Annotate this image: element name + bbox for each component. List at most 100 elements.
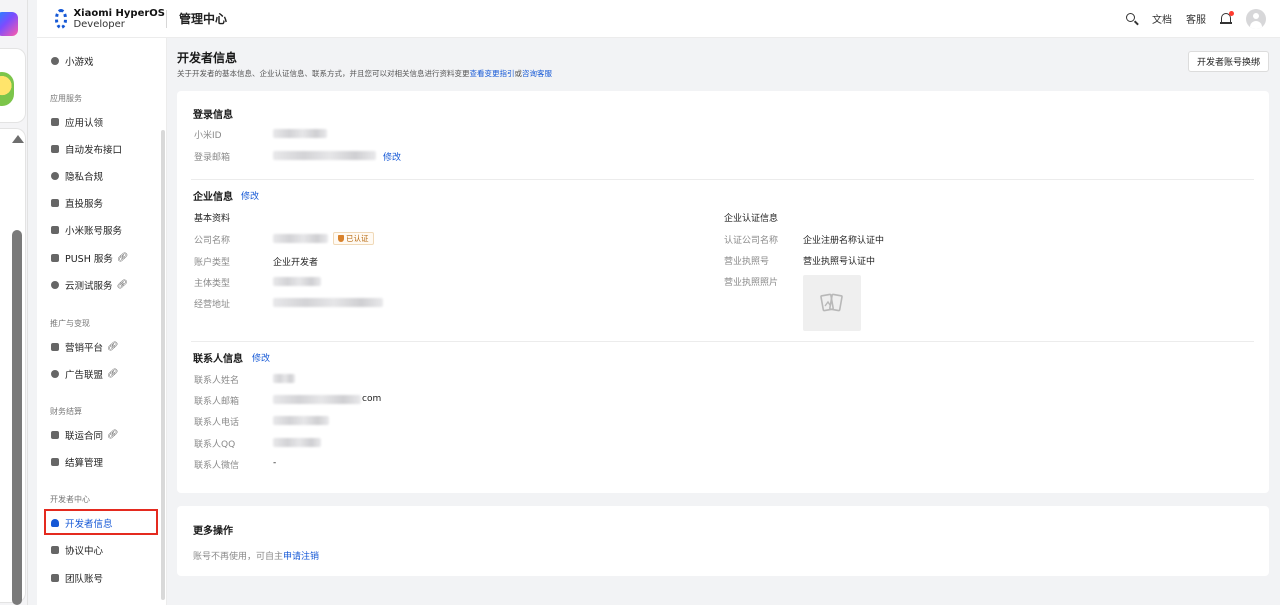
- header-divider: [166, 9, 167, 28]
- contract-icon: [51, 431, 59, 439]
- sidebar-item-push[interactable]: PUSH 服务 🔗︎: [46, 247, 162, 269]
- ad-icon: [51, 370, 59, 378]
- docs-link[interactable]: 文档: [1152, 11, 1172, 26]
- login-section-title: 登录信息: [193, 110, 233, 121]
- apply-deactivation-link[interactable]: 申请注销: [283, 552, 319, 562]
- scroll-up-arrow-icon[interactable]: [12, 135, 24, 143]
- gamepad-icon: [51, 57, 59, 65]
- edit-contact-link[interactable]: 修改: [252, 351, 270, 364]
- sidebar-group-developer-center: 开发者中心: [50, 495, 90, 504]
- sidebar-item-developer-info[interactable]: 开发者信息: [46, 512, 162, 534]
- push-icon: [51, 254, 59, 262]
- user-avatar[interactable]: [1246, 8, 1266, 29]
- sidebar-item-contract[interactable]: 联运合同 🔗︎: [46, 424, 162, 446]
- brand-logo[interactable]: Xiaomi HyperOS Developer: [37, 8, 165, 30]
- edit-login-email-link[interactable]: 修改: [383, 150, 401, 163]
- external-link-icon: 🔗︎: [107, 430, 119, 440]
- main-content: 开发者信息 关于开发者的基本信息、企业认证信息、联系方式，并且您可以对相关信息进…: [177, 38, 1269, 605]
- cert-company-label: 认证公司名称: [724, 236, 779, 246]
- brand-name: Xiaomi HyperOS: [73, 7, 165, 19]
- consult-support-link[interactable]: 咨询客服: [522, 69, 552, 78]
- contact-wechat-label: 联系人微信: [194, 461, 240, 471]
- license-photo-label: 营业执照照片: [724, 278, 779, 288]
- top-header: Xiaomi HyperOS Developer 管理中心 文档 客服: [37, 0, 1280, 38]
- license-number-label: 营业执照号: [724, 257, 770, 267]
- cert-company-value: 企业注册名称认证中: [803, 236, 885, 246]
- account-type-label: 账户类型: [194, 258, 231, 268]
- mi-id-label: 小米ID: [194, 131, 222, 141]
- entity-type-label: 主体类型: [194, 279, 231, 289]
- more-actions-card: 更多操作 账号不再使用，可自主申请注销: [177, 506, 1269, 576]
- invest-icon: [51, 199, 59, 207]
- business-address-label: 经营地址: [194, 300, 231, 310]
- contact-email-suffix: com: [362, 394, 382, 404]
- login-email-value-redacted: [273, 151, 376, 160]
- enterprise-section-title: 企业信息: [193, 192, 233, 203]
- change-guide-link[interactable]: 查看变更指引: [470, 69, 515, 78]
- cloud-icon: [51, 281, 59, 289]
- contact-name-label: 联系人姓名: [194, 376, 240, 386]
- info-card: 登录信息 小米ID 登录邮箱 修改 企业信息 修改 基本资料 公司名称 已认证 …: [177, 91, 1269, 493]
- outer-app-strip: [0, 0, 28, 605]
- contact-section-title: 联系人信息: [193, 354, 243, 365]
- contact-wechat-value: -: [273, 458, 277, 468]
- external-link-icon: 🔗︎: [116, 280, 128, 290]
- copilot-app-icon[interactable]: [0, 12, 18, 36]
- sidebar-item-direct-invest[interactable]: 直投服务: [46, 192, 162, 214]
- sidebar-item-settlement[interactable]: 结算管理: [46, 451, 162, 473]
- cert-info-heading: 企业认证信息: [724, 214, 779, 224]
- table-icon: [51, 458, 59, 466]
- sidebar-item-auto-publish[interactable]: 自动发布接口: [46, 138, 162, 160]
- sidebar-item-marketing[interactable]: 营销平台 🔗︎: [46, 336, 162, 358]
- sidebar: 小游戏 应用服务 应用认领 自动发布接口 隐私合规 直投服务 小米账号服务 PU…: [37, 38, 167, 605]
- api-icon: [51, 145, 59, 153]
- notification-dot: [1229, 11, 1234, 16]
- contact-email-label: 联系人邮箱: [194, 397, 240, 407]
- document-icon: [51, 546, 59, 554]
- section-divider: [191, 179, 1254, 180]
- marketing-icon: [51, 343, 59, 351]
- login-email-label: 登录邮箱: [194, 153, 231, 163]
- page-subtitle: 关于开发者的基本信息、企业认证信息、联系方式，并且您可以对相关信息进行资料变更查…: [177, 69, 552, 78]
- verified-badge: 已认证: [333, 232, 374, 245]
- header-title: 管理中心: [179, 12, 228, 26]
- support-link[interactable]: 客服: [1186, 11, 1206, 26]
- sidebar-item-privacy[interactable]: 隐私合规: [46, 165, 162, 187]
- hyperos-ring-icon: [55, 8, 68, 29]
- deactivate-hint: 账号不再使用，可自主申请注销: [193, 552, 320, 562]
- contact-qq-value-redacted: [273, 438, 321, 447]
- sidebar-item-team[interactable]: 团队账号: [46, 567, 162, 589]
- team-icon: [51, 574, 59, 582]
- sidebar-group-app-services: 应用服务: [50, 94, 82, 103]
- notification-bell-icon[interactable]: [1220, 11, 1234, 25]
- license-photo-placeholder[interactable]: [803, 275, 861, 331]
- search-icon[interactable]: [1126, 12, 1138, 25]
- account-icon: [51, 226, 59, 234]
- company-name-value-redacted: [273, 234, 328, 243]
- sidebar-item-mi-account[interactable]: 小米账号服务: [46, 219, 162, 241]
- entity-type-value-redacted: [273, 277, 321, 286]
- account-rebind-button[interactable]: 开发者账号换绑: [1187, 51, 1269, 72]
- company-name-label: 公司名称: [194, 236, 231, 246]
- basic-info-heading: 基本资料: [194, 214, 231, 224]
- contact-qq-label: 联系人QQ: [194, 440, 236, 450]
- contact-name-value-redacted: [273, 374, 295, 383]
- sidebar-group-promotion: 推广与变现: [50, 319, 90, 328]
- sidebar-item-protocol[interactable]: 协议中心: [46, 539, 162, 561]
- scrollbar-thumb[interactable]: [12, 230, 22, 605]
- page-title: 开发者信息: [177, 51, 238, 65]
- edit-enterprise-link[interactable]: 修改: [241, 189, 259, 202]
- sidebar-item-mini-games[interactable]: 小游戏: [46, 50, 162, 72]
- verified-shield-icon: [338, 235, 344, 242]
- privacy-shield-icon: [51, 172, 59, 180]
- more-actions-title: 更多操作: [193, 526, 233, 537]
- broken-image-icon: [820, 293, 843, 312]
- sidebar-item-cloud-test[interactable]: 云测试服务 🔗︎: [46, 274, 162, 296]
- business-address-value-redacted: [273, 298, 383, 307]
- sidebar-group-finance: 财务结算: [50, 407, 82, 416]
- brand-subname: Developer: [73, 18, 125, 30]
- person-icon: [51, 519, 59, 527]
- external-link-icon: 🔗︎: [107, 342, 119, 352]
- sidebar-item-app-cert[interactable]: 应用认领: [46, 111, 162, 133]
- sidebar-item-ad-alliance[interactable]: 广告联盟 🔗︎: [46, 363, 162, 385]
